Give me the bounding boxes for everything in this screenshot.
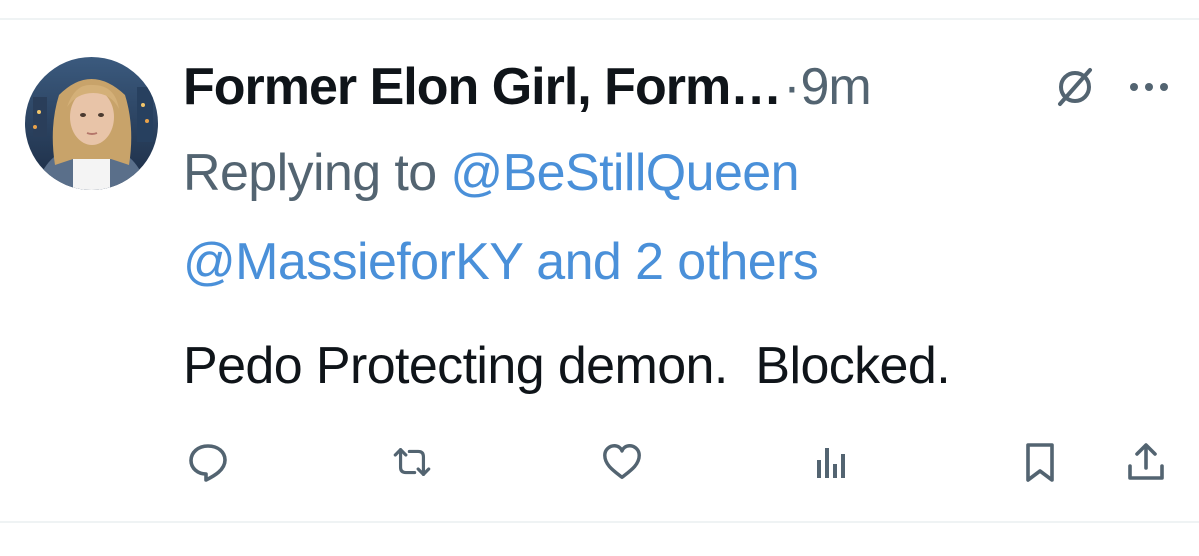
- bookmark-icon: [1026, 443, 1054, 482]
- grok-icon[interactable]: [1052, 64, 1098, 115]
- bookmark-button[interactable]: [1018, 440, 1062, 484]
- top-divider: [0, 18, 1199, 20]
- share-upload-icon: [1128, 443, 1164, 480]
- tweet-card: Former Elon Girl, Form… · 9m Replying to…: [0, 0, 1199, 556]
- views-button[interactable]: [810, 440, 854, 484]
- reply-others-link[interactable]: and 2 others: [536, 233, 819, 291]
- reply-button[interactable]: [186, 440, 230, 484]
- replying-to-label: Replying to: [183, 144, 451, 202]
- avatar[interactable]: [25, 57, 158, 190]
- repost-arrows-icon: [393, 448, 431, 476]
- tweet-timestamp[interactable]: 9m: [801, 57, 872, 117]
- author-display-name[interactable]: Former Elon Girl, Form…: [183, 57, 782, 117]
- replying-to-line-2: @MassieforKY and 2 others: [183, 232, 819, 292]
- like-button[interactable]: [600, 440, 644, 484]
- heart-icon: [603, 444, 641, 480]
- reply-handle-link[interactable]: @BeStillQueen: [450, 144, 799, 202]
- retweet-button[interactable]: [390, 440, 434, 484]
- more-options-icon[interactable]: [1126, 72, 1172, 107]
- replying-to-line: Replying to @BeStillQueen: [183, 143, 800, 203]
- bar-chart-icon: [817, 448, 845, 478]
- share-button[interactable]: [1124, 440, 1168, 484]
- reply-handle-link-2[interactable]: @MassieforKY: [183, 233, 523, 291]
- tweet-text: Pedo Protecting demon. Blocked.: [183, 337, 951, 395]
- separator-dot: ·: [783, 58, 801, 116]
- bottom-divider: [0, 521, 1199, 523]
- speech-bubble-icon: [189, 444, 227, 482]
- tweet-header: Former Elon Girl, Form… · 9m: [183, 52, 1183, 122]
